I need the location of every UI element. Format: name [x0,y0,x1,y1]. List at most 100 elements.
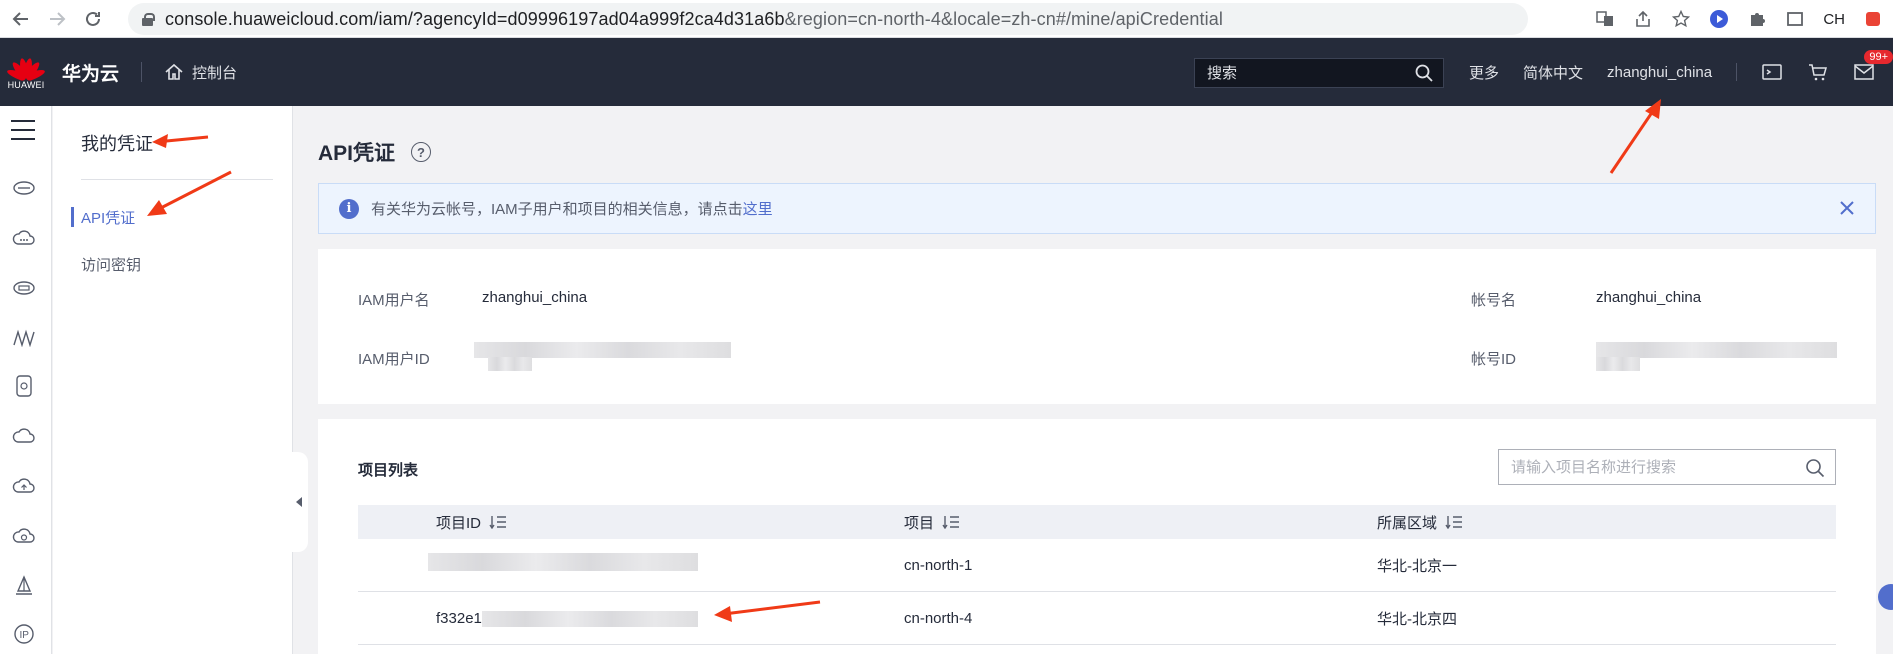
column-project-id[interactable]: 项目ID [436,512,507,533]
brand-name[interactable]: 华为云 [62,59,119,86]
cart-icon[interactable] [1807,61,1829,83]
page-title: API凭证 ? [318,137,432,167]
iam-username-value: zhanghui_china [482,289,588,306]
language-switch[interactable]: 简体中文 [1523,62,1583,83]
back-icon[interactable] [6,4,36,34]
message-icon[interactable] [1853,61,1875,83]
iam-username-label: IAM用户名 [358,292,430,309]
svg-text:IP: IP [20,630,30,641]
extension-play-icon[interactable] [1709,9,1729,29]
sort-icon[interactable] [489,515,507,529]
url-main: console.huaweicloud.com/iam/?agencyId=d0… [165,8,785,29]
page-title-text: API凭证 [318,142,396,165]
project-table: 项目ID 项目 所属区域 cn-north-1 华北-北京一 f332e1 cn… [358,505,1836,645]
sidebar-item-access-keys[interactable]: 访问密钥 [81,254,141,275]
sidebar-item-api-credentials[interactable]: API凭证 [70,207,135,228]
menu-divider [1736,63,1738,81]
project-name-cell: cn-north-1 [904,556,973,574]
info-banner: i 有关华为云帐号，IAM子用户和项目的相关信息，请点击 这里 [318,183,1876,234]
sail-icon[interactable] [12,574,36,598]
global-search[interactable] [1194,58,1444,88]
ime-language-label[interactable]: CH [1823,11,1845,28]
ip-icon[interactable]: IP [12,622,36,646]
global-search-input[interactable] [1207,64,1407,82]
forward-icon[interactable] [42,4,72,34]
home-icon [165,63,183,80]
region-cell: 华北-北京一 [1377,557,1457,575]
sort-icon[interactable] [942,515,960,529]
iam-user-id-redacted-2 [488,357,532,371]
cloud-dots-icon[interactable] [12,226,36,250]
collapse-sidebar-handle[interactable] [290,452,308,552]
browser-toolbar: console.huaweicloud.com/iam/?agencyId=d0… [0,0,1893,38]
cloud-upload-icon[interactable] [12,474,36,498]
console-header: HUAWEI 华为云 控制台 更多 简体中文 zhanghui_china 99… [0,38,1893,106]
iam-user-id-label: IAM用户ID [358,351,430,368]
table-row[interactable]: f332e1 cn-north-4 华北-北京四 [358,592,1836,645]
iam-user-id-redacted [474,342,731,358]
menu-icon[interactable] [11,120,35,140]
user-menu[interactable]: zhanghui_china [1607,64,1712,81]
column-label: 所属区域 [1377,514,1438,532]
service-rail: IP [0,106,52,654]
info-link[interactable]: 这里 [743,198,773,219]
extensions-puzzle-icon[interactable] [1747,9,1767,29]
annotation-arrow-username [1609,99,1661,174]
account-id-redacted-2 [1596,357,1640,371]
cloud-shell-icon[interactable] [1761,61,1783,83]
cloud-refresh-icon[interactable] [12,524,36,548]
address-bar[interactable]: console.huaweicloud.com/iam/?agencyId=d0… [128,3,1528,35]
project-search[interactable] [1498,449,1836,485]
sort-icon[interactable] [1445,515,1463,529]
float-helper-button[interactable] [1878,584,1893,610]
cloud-server-icon[interactable] [12,176,36,200]
table-header: 项目ID 项目 所属区域 [358,505,1836,539]
project-name-cell: cn-north-4 [904,609,973,627]
network-wave-icon[interactable] [12,326,36,350]
table-row[interactable]: cn-north-1 华北-北京一 [358,539,1836,592]
huawei-petals-icon [5,54,47,82]
account-name-value: zhanghui_china [1596,289,1702,306]
translate-icon[interactable] [1595,9,1615,29]
sidebar-separator [81,179,273,180]
ime-skin-icon[interactable] [1863,9,1883,29]
column-label: 项目ID [436,514,482,532]
column-label: 项目 [904,514,935,532]
info-icon: i [339,198,359,219]
sidepanel-icon[interactable] [1785,9,1805,29]
account-name-label: 帐号名 [1471,292,1517,309]
lock-icon [142,12,155,26]
reload-icon[interactable] [78,4,108,34]
user-info-card: IAM用户名 zhanghui_china 帐号名 zhanghui_china… [318,249,1876,404]
column-project[interactable]: 项目 [904,512,960,533]
message-count-badge: 99+ [1864,50,1893,64]
storage-icon[interactable] [12,374,36,398]
project-list-card: 项目列表 项目ID 项目 所属区域 cn-north-1 华北-北京一 [318,419,1876,654]
close-icon[interactable] [1837,198,1857,218]
column-region[interactable]: 所属区域 [1377,512,1463,533]
database-icon[interactable] [12,276,36,300]
huawei-logo[interactable]: HUAWEI [0,38,52,106]
credential-sidebar: 我的凭证 API凭证 访问密钥 [53,106,293,654]
project-search-input[interactable] [1511,458,1791,476]
search-icon[interactable] [1415,64,1433,82]
region-cell: 华北-北京四 [1377,610,1457,628]
project-id-cell: f332e1 [436,609,482,627]
url-tail: &region=cn-north-4&locale=zh-cn#/mine/ap… [784,8,1223,29]
share-icon[interactable] [1633,9,1653,29]
sidebar-title: 我的凭证 [81,134,153,154]
project-id-redacted [482,611,698,627]
console-home-link[interactable]: 控制台 [164,62,237,83]
cloud-icon[interactable] [12,424,36,448]
help-icon[interactable]: ? [411,142,432,162]
account-id-label: 帐号ID [1471,351,1517,368]
project-id-redacted [428,553,698,571]
header-divider [141,62,143,82]
bookmark-star-icon[interactable] [1671,9,1691,29]
account-id-redacted [1596,342,1837,358]
info-text: 有关华为云帐号，IAM子用户和项目的相关信息，请点击 [371,201,743,218]
search-icon[interactable] [1805,458,1825,478]
console-label: 控制台 [192,64,238,82]
more-menu[interactable]: 更多 [1469,62,1499,83]
project-list-title: 项目列表 [358,462,419,479]
